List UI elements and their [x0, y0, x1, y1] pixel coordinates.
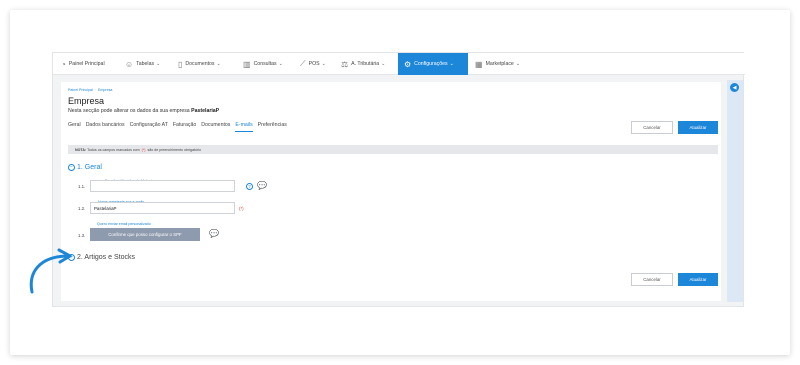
curved-arrow-annotation [29, 248, 72, 294]
nav-label: A. Tributária [351, 61, 380, 67]
collapse-icon: − [68, 164, 75, 171]
subtitle-text: Nesta secção pode alterar os dados da su… [68, 108, 190, 114]
chat-bubble-icon[interactable]: 💬 [257, 182, 267, 190]
pos-icon: ⟋ [300, 59, 306, 68]
note-label: NOTA: [75, 147, 87, 152]
users-icon: ☺ [125, 59, 134, 69]
chevron-down-icon: ⌄ [321, 61, 326, 67]
note-text-before: Todos os campos marcados com [87, 147, 140, 152]
note-required-mark: (*) [141, 147, 146, 152]
breadcrumb: Painel Principal · Empresa [68, 88, 112, 92]
breadcrumb-current[interactable]: Empresa [98, 88, 112, 92]
collapse-panel-button[interactable]: ◀ [730, 83, 739, 92]
nav-item-consultas[interactable]: ▥ Consultas ⌄ [243, 53, 283, 75]
nav-label: Configurações [414, 61, 448, 67]
tab-dados-bancarios[interactable]: Dados bancários [86, 122, 125, 132]
breadcrumb-home[interactable]: Painel Principal [68, 88, 93, 92]
help-icon[interactable]: ? [246, 183, 253, 190]
row-number: 1.1. [78, 184, 86, 189]
nav-item-a-tributaria[interactable]: ⚖ A. Tributária ⌄ [341, 53, 385, 75]
section-geral-header[interactable]: − 1. Geral [68, 164, 102, 171]
nav-label: Tabelas [136, 61, 155, 67]
tab-preferencias[interactable]: Preferências [258, 122, 287, 132]
breadcrumb-separator: · [94, 88, 96, 92]
nav-item-marketplace[interactable]: ▦ Marketplace ⌄ [475, 53, 520, 75]
sender-name-input[interactable]: PastelariaP [90, 202, 235, 214]
required-mark: (*) [239, 206, 244, 211]
custom-email-label: Quero enviar email personalizado [97, 222, 151, 226]
note-text-after: são de preenchimento obrigatório [147, 147, 201, 152]
settings-icon: ⚙ [404, 59, 412, 69]
cancel-button[interactable]: Cancelar [631, 273, 673, 286]
settings-tabs: Geral Dados bancários Configuração AT Fa… [68, 122, 292, 132]
content-panel: Painel Principal · Empresa Empresa Nesta s… [61, 82, 721, 301]
section-title: 2. Artigos e Stocks [77, 254, 135, 261]
page-subtitle: Nesta secção pode alterar os dados da su… [68, 108, 219, 114]
nav-item-configuracoes[interactable]: ⚙ Configurações ⌄ [398, 53, 468, 75]
document-icon: ▯ [178, 59, 183, 69]
nav-label: Consultas [253, 61, 277, 67]
email-notifications-input[interactable] [90, 180, 235, 192]
tab-emails[interactable]: E-mails [235, 122, 253, 132]
cancel-button[interactable]: Cancelar [631, 121, 673, 134]
section-artigos-header[interactable]: + 2. Artigos e Stocks [68, 254, 135, 261]
marketplace-icon: ▦ [475, 59, 483, 69]
row-number: 1.3. [78, 233, 86, 238]
chart-icon: ▥ [243, 59, 251, 69]
tab-configuracao-at[interactable]: Configuração AT [130, 122, 168, 132]
chevron-down-icon: ⌄ [216, 61, 221, 67]
chevron-down-icon: ⌄ [156, 61, 161, 67]
tax-icon: ⚖ [341, 59, 349, 69]
right-sidebar-rail: ◀ [727, 80, 743, 302]
nav-item-tabelas[interactable]: ☺ Tabelas ⌄ [125, 53, 160, 75]
chevron-left-icon: ◀ [732, 84, 737, 91]
nav-label: Documentos [185, 61, 215, 67]
nav-label: Marketplace [485, 61, 514, 67]
update-button[interactable]: Atualizar [678, 121, 718, 134]
top-navigation: ◔ Painel Principal ☺ Tabelas ⌄ ▯ Documen… [53, 53, 745, 75]
confirm-spf-button[interactable]: Confirme que posso configurar o SPF [90, 228, 200, 241]
dashboard-icon: ◔ [61, 59, 66, 69]
chevron-down-icon: ⌄ [278, 61, 283, 67]
chevron-down-icon: ⌄ [449, 61, 454, 67]
update-button[interactable]: Atualizar [678, 273, 718, 286]
nav-label: POS [308, 61, 320, 67]
chat-bubble-icon[interactable]: 💬 [209, 230, 219, 238]
company-name: PastelariaP [191, 108, 220, 114]
nav-item-pos[interactable]: ⟋ POS ⌄ [300, 53, 326, 75]
required-fields-note: NOTA: Todos os campos marcados com (*) s… [68, 145, 718, 154]
section-title: 1. Geral [77, 164, 102, 171]
nav-label: Painel Principal [68, 61, 105, 67]
row-number: 1.2. [78, 206, 86, 211]
page-title: Empresa [68, 96, 105, 106]
chevron-down-icon: ⌄ [381, 61, 386, 67]
tab-faturacao[interactable]: Faturação [173, 122, 196, 132]
nav-item-documentos[interactable]: ▯ Documentos ⌄ [178, 53, 221, 75]
chevron-down-icon: ⌄ [515, 61, 521, 67]
app-window: ◔ Painel Principal ☺ Tabelas ⌄ ▯ Documen… [52, 52, 745, 307]
nav-item-painel-principal[interactable]: ◔ Painel Principal [61, 53, 105, 75]
tab-geral[interactable]: Geral [68, 122, 81, 132]
tab-documentos[interactable]: Documentos [201, 122, 230, 132]
